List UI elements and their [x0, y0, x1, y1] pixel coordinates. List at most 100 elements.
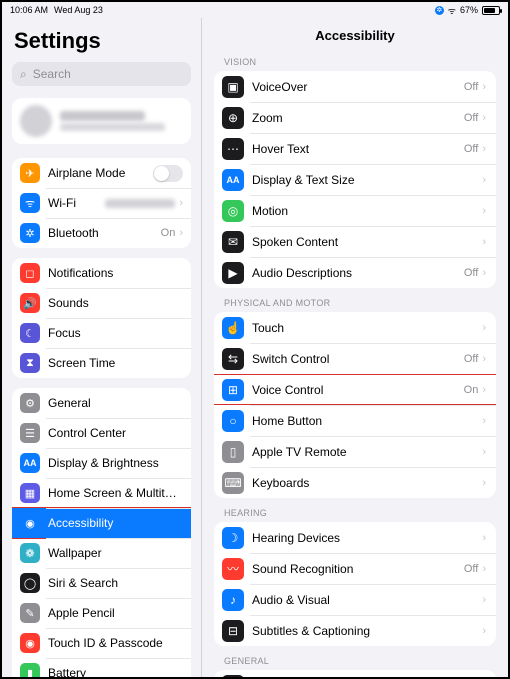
section-header: General [202, 646, 508, 670]
chevron-right-icon: › [482, 477, 486, 489]
chevron-right-icon: › [482, 143, 486, 155]
detail-row-keyboards[interactable]: ⌨Keyboards› [214, 467, 496, 498]
voice-icon: ⊞ [222, 379, 244, 401]
voiceover-icon: ▣ [222, 76, 244, 98]
switch-icon: ⇆ [222, 348, 244, 370]
sidebar-item-focus[interactable]: ☾Focus [12, 318, 191, 348]
sidebar-item-wifi[interactable]: ᯤWi-Fi› [12, 188, 191, 218]
accessibility-icon: ◉ [20, 513, 40, 533]
sidebar-item-battery[interactable]: ▮Battery [12, 658, 191, 677]
fingerprint-icon: ◉ [20, 633, 40, 653]
wifi-icon: ᯤ [20, 193, 40, 213]
sidebar-item-wallpaper[interactable]: ❁Wallpaper [12, 538, 191, 568]
detail-row-label: Zoom [252, 111, 464, 125]
detail-row-zoom[interactable]: ⊕ZoomOff› [214, 102, 496, 133]
speaker-icon: 🔊 [20, 293, 40, 313]
keyboard-icon: ⌨ [222, 472, 244, 494]
sidebar-item-label: Home Screen & Multitasking [48, 486, 183, 500]
chevron-right-icon: › [482, 625, 486, 637]
zoom-icon: ⊕ [222, 107, 244, 129]
sidebar-item-label: Touch ID & Passcode [48, 636, 183, 650]
sidebar-item-controlcenter[interactable]: ☰Control Center [12, 418, 191, 448]
chevron-right-icon: › [482, 353, 486, 365]
detail-row-textsize[interactable]: AADisplay & Text Size› [214, 164, 496, 195]
status-time: 10:06 AM [10, 5, 48, 15]
detail-row-label: Switch Control [252, 352, 464, 366]
detail-row-spoken[interactable]: ✉Spoken Content› [214, 226, 496, 257]
detail-row-label: Hearing Devices [252, 531, 482, 545]
profile-name-redacted [60, 111, 145, 121]
detail-row-hovertext[interactable]: ⋯Hover TextOff› [214, 133, 496, 164]
detail-row-label: Voice Control [252, 383, 464, 397]
sidebar-item-general[interactable]: ⚙General [12, 388, 191, 418]
chevron-right-icon: › [482, 384, 486, 396]
sidebar-item-label: Accessibility [48, 516, 183, 530]
detail-row-audiodesc[interactable]: ▶Audio DescriptionsOff› [214, 257, 496, 288]
detail-row-label: Audio Descriptions [252, 266, 464, 280]
sidebar-item-touchid[interactable]: ◉ Touch ID & Passcode [12, 628, 191, 658]
detail-row-guidedaccess[interactable]: ▣Guided AccessOn› [214, 670, 496, 677]
detail-row-voiceover[interactable]: ▣VoiceOverOff› [214, 71, 496, 102]
aa-icon: AA [20, 453, 40, 473]
search-input[interactable]: ⌕ Search [12, 62, 191, 86]
detail-row-label: Audio & Visual [252, 593, 482, 607]
apple-id-row[interactable] [12, 98, 191, 144]
sidebar-item-accessibility[interactable]: ◉ Accessibility [12, 508, 191, 538]
status-bar: 10:06 AM Wed Aug 23 ✲ ᯤ 67% [2, 2, 508, 18]
sidebar-item-screentime[interactable]: ⧗Screen Time [12, 348, 191, 378]
sidebar-item-notifications[interactable]: ◻Notifications [12, 258, 191, 288]
aa-icon: AA [222, 169, 244, 191]
detail-row-label: Spoken Content [252, 235, 482, 249]
grid-icon: ▦ [20, 483, 40, 503]
detail-row-switchcontrol[interactable]: ⇆ Switch ControlOff › [214, 343, 496, 374]
detail-row-voicecontrol[interactable]: ⊞Voice ControlOn› [214, 374, 496, 405]
wifi-status-icon: ᯤ [448, 4, 456, 17]
airplane-toggle[interactable] [153, 165, 183, 182]
detail-row-audiovisual[interactable]: ♪Audio & Visual› [214, 584, 496, 615]
battery-icon [482, 6, 500, 15]
chevron-right-icon: › [482, 267, 486, 279]
detail-row-value: Off [464, 353, 478, 365]
sidebar-item-label: Wallpaper [48, 546, 183, 560]
sidebar-item-sounds[interactable]: 🔊Sounds [12, 288, 191, 318]
detail-row-label: VoiceOver [252, 80, 464, 94]
detail-title: Accessibility [202, 18, 508, 47]
detail-row-appletv[interactable]: ▯Apple TV Remote› [214, 436, 496, 467]
chevron-right-icon: › [482, 594, 486, 606]
sidebar-item-pencil[interactable]: ✎ Apple Pencil [12, 598, 191, 628]
detail-row-subtitles[interactable]: ⊟Subtitles & Captioning› [214, 615, 496, 646]
sidebar: Settings ⌕ Search ✈Airplane ModeᯤWi-Fi›✲… [2, 18, 202, 677]
wifi-network-redacted [105, 199, 175, 208]
detail-row-value: Off [464, 563, 478, 575]
detail-row-label: Home Button [252, 414, 482, 428]
sidebar-item-airplane[interactable]: ✈Airplane Mode [12, 158, 191, 188]
chevron-right-icon: › [482, 532, 486, 544]
status-date: Wed Aug 23 [54, 5, 103, 15]
sidebar-item-label: Notifications [48, 266, 183, 280]
siri-icon: ◯ [20, 573, 40, 593]
switches-icon: ☰ [20, 423, 40, 443]
pencil-icon: ✎ [20, 603, 40, 623]
detail-row-touch[interactable]: ☝Touch› [214, 312, 496, 343]
sidebar-item-label: Screen Time [48, 356, 183, 370]
ear-icon: ☽ [222, 527, 244, 549]
sidebar-item-value: On [161, 227, 176, 239]
caption-icon: ⊟ [222, 620, 244, 642]
detail-row-value: Off [464, 112, 478, 124]
sidebar-item-siri[interactable]: ◯Siri & Search [12, 568, 191, 598]
detail-row-homebutton[interactable]: ○Home Button› [214, 405, 496, 436]
detail-row-soundrecog[interactable]: 〰Sound RecognitionOff› [214, 553, 496, 584]
detail-row-hearingdev[interactable]: ☽ Hearing Devices› [214, 522, 496, 553]
sidebar-item-bluetooth[interactable]: ✲BluetoothOn› [12, 218, 191, 248]
section-header: Hearing [202, 498, 508, 522]
detail-row-motion[interactable]: ◎Motion› [214, 195, 496, 226]
detail-row-label: Touch [252, 321, 482, 335]
detail-row-label: Display & Text Size [252, 173, 482, 187]
sidebar-item-label: Apple Pencil [48, 606, 183, 620]
sidebar-item-display[interactable]: AADisplay & Brightness [12, 448, 191, 478]
bluetooth-icon: ✲ [20, 223, 40, 243]
sidebar-item-label: Focus [48, 326, 183, 340]
chevron-right-icon: › [482, 322, 486, 334]
sidebar-item-homescreen[interactable]: ▦ Home Screen & Multitasking [12, 478, 191, 508]
battery-percent: 67% [460, 5, 478, 15]
